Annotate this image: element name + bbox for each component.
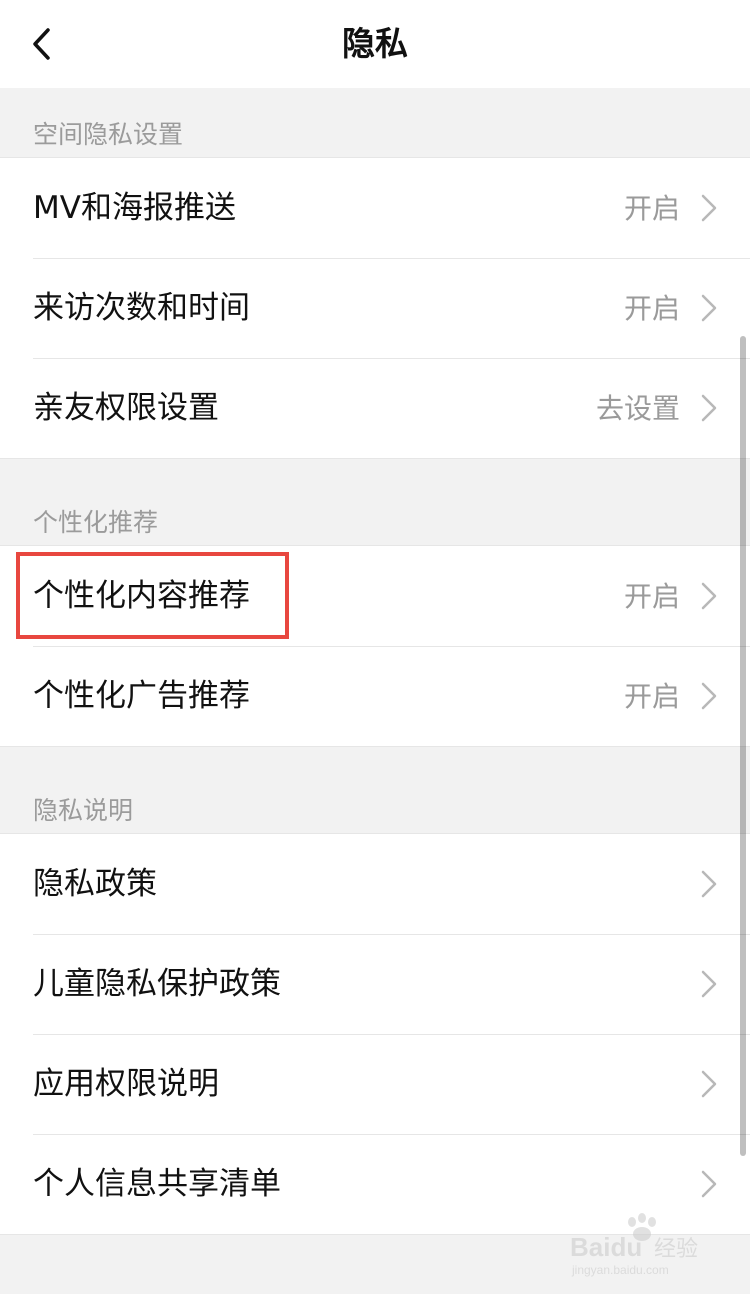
settings-row-visit-count-time[interactable]: 来访次数和时间 开启 bbox=[0, 258, 750, 358]
chevron-right-icon bbox=[700, 970, 718, 998]
settings-row-app-permissions[interactable]: 应用权限说明 bbox=[0, 1034, 750, 1134]
settings-row-personalized-content[interactable]: 个性化内容推荐 开启 bbox=[0, 546, 750, 646]
watermark-suffix: 经验 bbox=[654, 1237, 698, 1262]
chevron-right-icon bbox=[700, 582, 718, 610]
settings-group-personalized-recommendation: 个性化内容推荐 开启 个性化广告推荐 开启 bbox=[0, 545, 750, 747]
section-header-personalized-recommendation: 个性化推荐 bbox=[0, 492, 750, 552]
row-label: 来访次数和时间 bbox=[33, 290, 250, 326]
row-value: 开启 bbox=[623, 580, 680, 613]
settings-row-privacy-policy[interactable]: 隐私政策 bbox=[0, 834, 750, 934]
row-value: 去设置 bbox=[595, 392, 680, 425]
baidu-watermark: Baidu 经验 jingyan.baidu.com bbox=[570, 1210, 710, 1278]
baidu-paw-icon: Baidu 经验 jingyan.baidu.com bbox=[570, 1213, 698, 1277]
chevron-right-icon bbox=[700, 294, 718, 322]
row-label: 应用权限说明 bbox=[33, 1066, 219, 1102]
section-title: 个性化推荐 bbox=[33, 508, 159, 537]
row-label: 个性化内容推荐 bbox=[33, 578, 250, 614]
row-value: 开启 bbox=[623, 680, 680, 713]
chevron-right-icon bbox=[700, 1170, 718, 1198]
chevron-right-icon bbox=[700, 682, 718, 710]
row-label: 隐私政策 bbox=[33, 866, 157, 902]
settings-row-children-privacy-policy[interactable]: 儿童隐私保护政策 bbox=[0, 934, 750, 1034]
chevron-right-icon bbox=[700, 1070, 718, 1098]
row-label: 个性化广告推荐 bbox=[33, 678, 250, 714]
section-title: 隐私说明 bbox=[33, 796, 134, 825]
chevron-right-icon bbox=[700, 394, 718, 422]
row-label: 儿童隐私保护政策 bbox=[33, 966, 281, 1002]
row-label: 个人信息共享清单 bbox=[33, 1166, 281, 1202]
chevron-right-icon bbox=[700, 194, 718, 222]
navigation-bar: 隐私 bbox=[0, 0, 750, 88]
section-header-privacy-notes: 隐私说明 bbox=[0, 780, 750, 840]
row-label: MV和海报推送 bbox=[33, 190, 236, 226]
chevron-right-icon bbox=[700, 870, 718, 898]
watermark-url: jingyan.baidu.com bbox=[571, 1263, 669, 1277]
settings-row-family-permissions[interactable]: 亲友权限设置 去设置 bbox=[0, 358, 750, 458]
section-title: 空间隐私设置 bbox=[33, 120, 184, 149]
row-label: 亲友权限设置 bbox=[33, 390, 219, 426]
settings-group-privacy-notes: 隐私政策 儿童隐私保护政策 应用权限说明 个人信息共享清单 bbox=[0, 833, 750, 1235]
settings-row-mv-poster-push[interactable]: MV和海报推送 开启 bbox=[0, 158, 750, 258]
section-header-space-privacy: 空间隐私设置 bbox=[0, 104, 750, 164]
scrollbar[interactable] bbox=[740, 336, 746, 1156]
row-value: 开启 bbox=[623, 192, 680, 225]
settings-group-space-privacy: MV和海报推送 开启 来访次数和时间 开启 亲友权限设置 去设置 bbox=[0, 157, 750, 459]
settings-row-personalized-ads[interactable]: 个性化广告推荐 开启 bbox=[0, 646, 750, 746]
row-value: 开启 bbox=[623, 292, 680, 325]
watermark-brand: Baidu bbox=[570, 1232, 642, 1262]
page-title: 隐私 bbox=[342, 24, 408, 63]
